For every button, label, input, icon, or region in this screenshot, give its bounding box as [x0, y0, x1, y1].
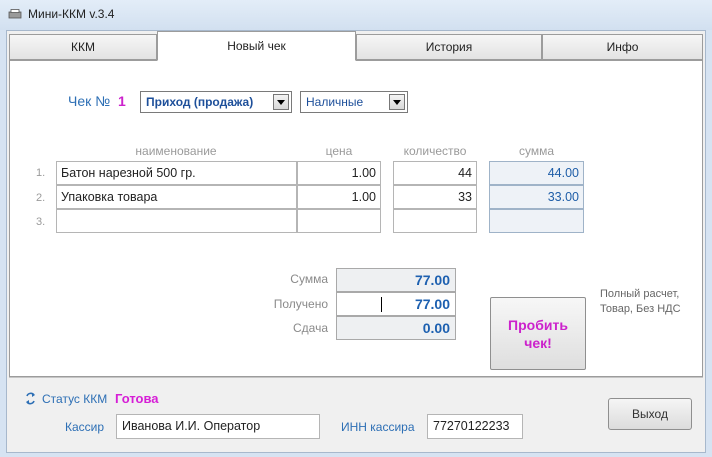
total-sum-label: Сумма [290, 272, 328, 286]
received-input[interactable]: 77.00 [336, 292, 456, 316]
item-name-field[interactable]: Упаковка товара [56, 185, 297, 209]
item-price-field[interactable] [297, 209, 381, 233]
change-value: 0.00 [336, 316, 456, 340]
calculation-note: Полный расчет, Товар, Без НДС [600, 287, 681, 317]
calc-note-line1: Полный расчет, [600, 288, 680, 300]
item-qty-field[interactable] [393, 209, 477, 233]
item-qty-field[interactable]: 44 [393, 161, 477, 185]
tab-history[interactable]: История [356, 34, 542, 60]
window-title: Мини-ККМ v.3.4 [28, 7, 115, 21]
receipt-number-label: Чек № [68, 93, 111, 109]
item-price-field[interactable]: 1.00 [297, 161, 381, 185]
refresh-icon[interactable] [25, 392, 36, 405]
text-cursor [381, 297, 382, 312]
item-sum-field [489, 209, 584, 233]
kkm-status-label: Статус ККМ [42, 392, 108, 406]
received-value: 77.00 [414, 296, 450, 312]
calc-note-line2: Товар, Без НДС [600, 303, 681, 315]
cashier-label: Кассир [65, 420, 105, 434]
received-label: Получено [273, 297, 328, 311]
chevron-down-icon[interactable] [273, 94, 289, 110]
tab-new-receipt[interactable]: Новый чек [157, 31, 356, 61]
print-button-line1: Пробить [508, 316, 568, 333]
row-number: 2. [36, 192, 46, 204]
tab-info[interactable]: Инфо [542, 34, 703, 60]
item-qty-field[interactable]: 33 [393, 185, 477, 209]
header-sum: сумма [518, 144, 555, 158]
item-sum-field: 44.00 [489, 161, 584, 185]
print-receipt-button[interactable]: Пробить чек! [490, 297, 586, 370]
print-button-line2: чек! [524, 334, 552, 351]
inn-label: ИНН кассира [341, 420, 415, 434]
cashier-input[interactable]: Иванова И.И. Оператор [116, 414, 320, 439]
item-price-field[interactable]: 1.00 [297, 185, 381, 209]
receipt-number: 1 [118, 93, 126, 109]
item-name-field[interactable]: Батон нарезной 500 гр. [56, 161, 297, 185]
exit-button[interactable]: Выход [608, 398, 692, 430]
operation-type-select[interactable]: Приход (продажа) [140, 91, 292, 113]
operation-type-value: Приход (продажа) [146, 95, 254, 109]
total-sum-value: 77.00 [336, 268, 456, 292]
payment-type-select[interactable]: Наличные [300, 91, 408, 113]
item-name-field[interactable] [56, 209, 297, 233]
divider [9, 377, 703, 378]
header-name: наименование [135, 144, 217, 158]
chevron-down-icon[interactable] [389, 94, 405, 110]
inn-input[interactable]: 77270122233 [427, 414, 523, 439]
header-price: цена [325, 144, 353, 158]
kkm-status-value: Готова [115, 391, 159, 406]
payment-type-value: Наличные [306, 95, 364, 109]
printer-icon [8, 9, 22, 19]
item-sum-field: 33.00 [489, 185, 584, 209]
tab-kkm[interactable]: ККМ [9, 34, 157, 60]
change-label: Сдача [292, 321, 328, 335]
new-receipt-panel: Чек № 1 Приход (продажа) Наличные наимен… [9, 60, 703, 377]
header-qty: количество [403, 144, 467, 158]
window-body: ККМ Новый чек История Инфо Чек № 1 Прихо… [6, 30, 706, 453]
row-number: 1. [36, 167, 46, 179]
row-number: 3. [36, 216, 46, 228]
title-bar: Мини-ККМ v.3.4 [0, 0, 712, 30]
